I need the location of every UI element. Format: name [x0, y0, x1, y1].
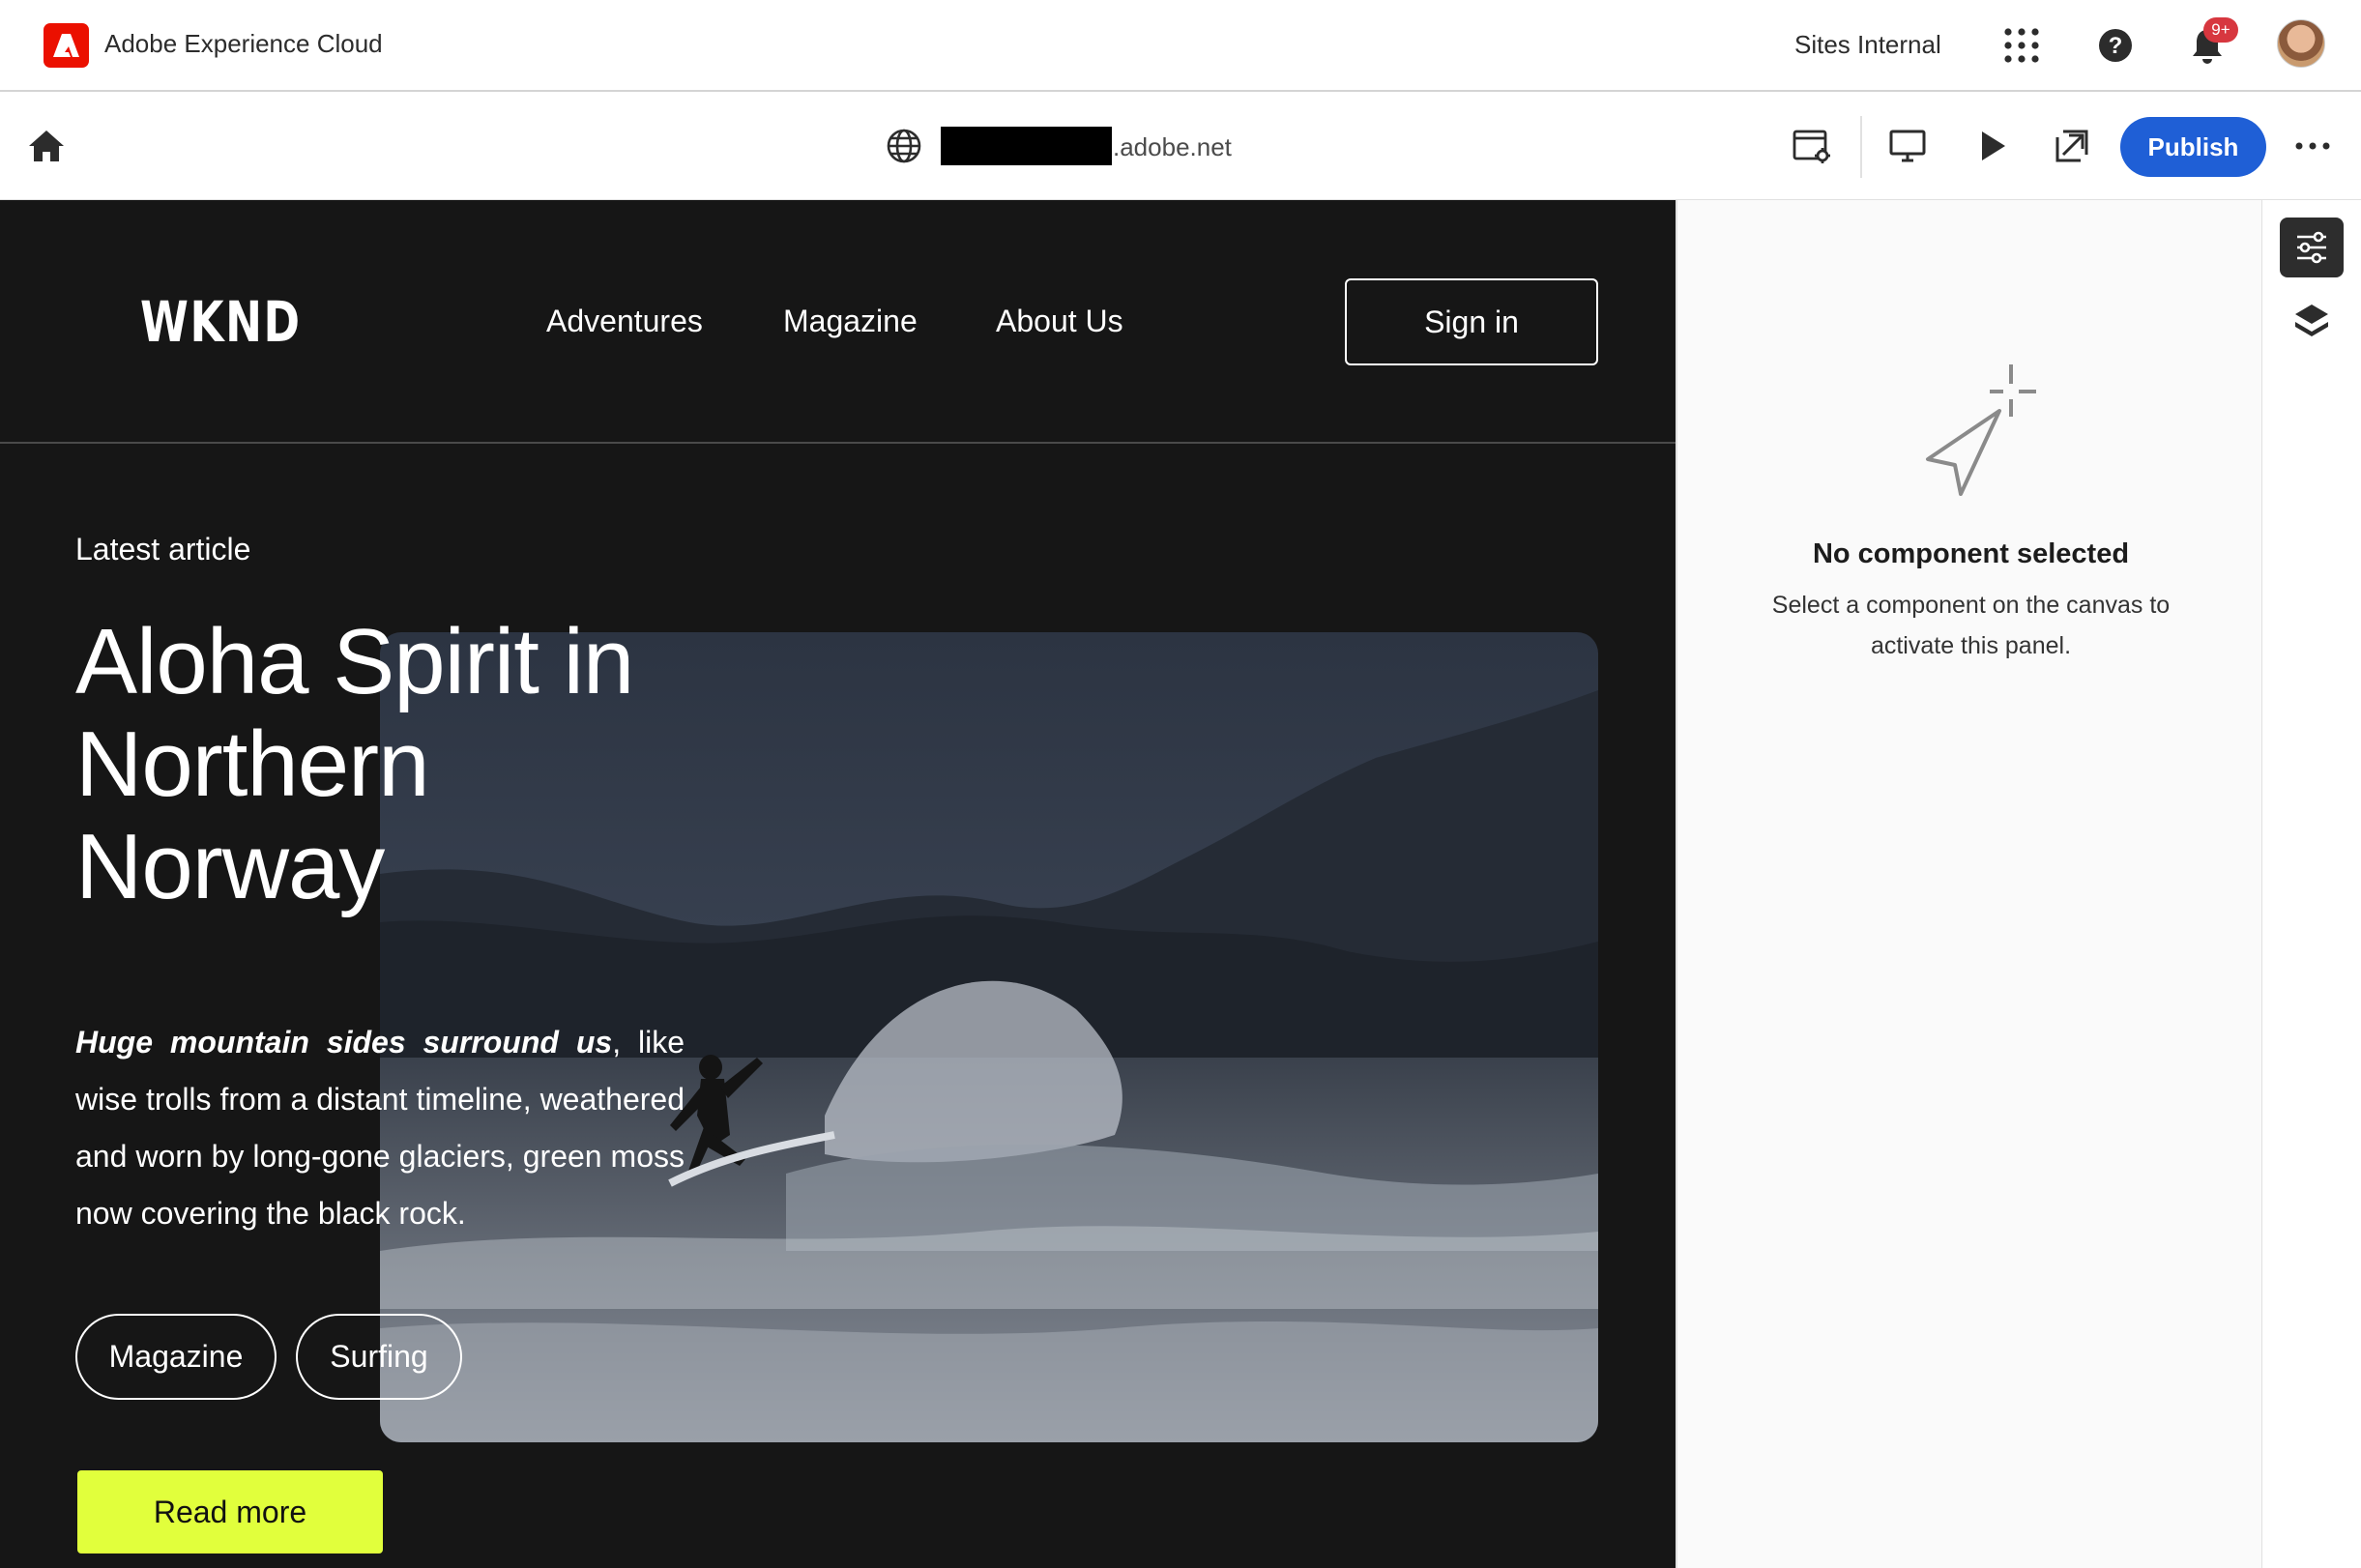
org-switcher[interactable]: Sites Internal — [1794, 30, 1941, 60]
globe-icon — [885, 127, 923, 165]
home-icon[interactable] — [25, 127, 68, 165]
page-properties-icon[interactable] — [1790, 124, 1834, 168]
apps-grid-icon[interactable] — [1999, 23, 2044, 68]
desktop-icon[interactable] — [1885, 124, 1930, 168]
right-rail — [2262, 200, 2361, 1568]
tag-magazine[interactable]: Magazine — [75, 1314, 277, 1400]
help-icon[interactable]: ? — [2093, 23, 2138, 68]
site-header[interactable]: WKND Adventures Magazine About Us Sign i… — [0, 200, 1676, 444]
app-title[interactable]: Adobe Experience Cloud — [104, 29, 383, 59]
properties-icon[interactable] — [2280, 218, 2344, 277]
nav-link-magazine[interactable]: Magazine — [783, 304, 918, 339]
read-more-button[interactable]: Read more — [77, 1470, 383, 1553]
article-body-emphasis: Huge mountain sides surround us — [75, 1025, 613, 1060]
site-logo[interactable]: WKND — [140, 289, 302, 355]
cursor-sparkle-icon — [1903, 353, 2048, 498]
preview-icon[interactable] — [1969, 124, 2014, 168]
toolbar-divider — [1860, 116, 1862, 178]
tag-surfing[interactable]: Surfing — [296, 1314, 462, 1400]
empty-state-description: Select a component on the canvas to acti… — [1771, 592, 2171, 659]
open-in-new-icon[interactable] — [2050, 124, 2094, 168]
empty-state-title: No component selected — [1812, 538, 2130, 569]
editor-toolbar: .adobe.net Publish — [0, 92, 2361, 200]
nav-link-adventures[interactable]: Adventures — [546, 304, 703, 339]
url-redacted — [941, 127, 1112, 165]
avatar[interactable] — [2277, 19, 2325, 68]
adobe-logo-icon[interactable] — [44, 23, 89, 68]
layers-icon[interactable] — [2280, 293, 2344, 353]
sign-in-button[interactable]: Sign in — [1345, 278, 1598, 365]
properties-panel: No component selected Select a component… — [1676, 200, 2262, 1568]
url-domain[interactable]: .adobe.net — [1113, 132, 1232, 162]
editor-canvas[interactable]: WKND Adventures Magazine About Us Sign i… — [0, 200, 1676, 1568]
notification-badge: 9+ — [2203, 17, 2238, 43]
article-title[interactable]: Aloha Spirit in Northern Norway — [75, 611, 752, 918]
nav-link-about-us[interactable]: About Us — [996, 304, 1123, 339]
publish-button[interactable]: Publish — [2120, 117, 2266, 177]
shell-header: Adobe Experience Cloud Sites Internal ? … — [0, 0, 2361, 92]
article-eyebrow: Latest article — [75, 532, 251, 566]
article-body[interactable]: Huge mountain sides surround us, like wi… — [75, 1014, 685, 1242]
svg-text:?: ? — [2109, 33, 2123, 59]
more-icon[interactable] — [2290, 124, 2335, 168]
